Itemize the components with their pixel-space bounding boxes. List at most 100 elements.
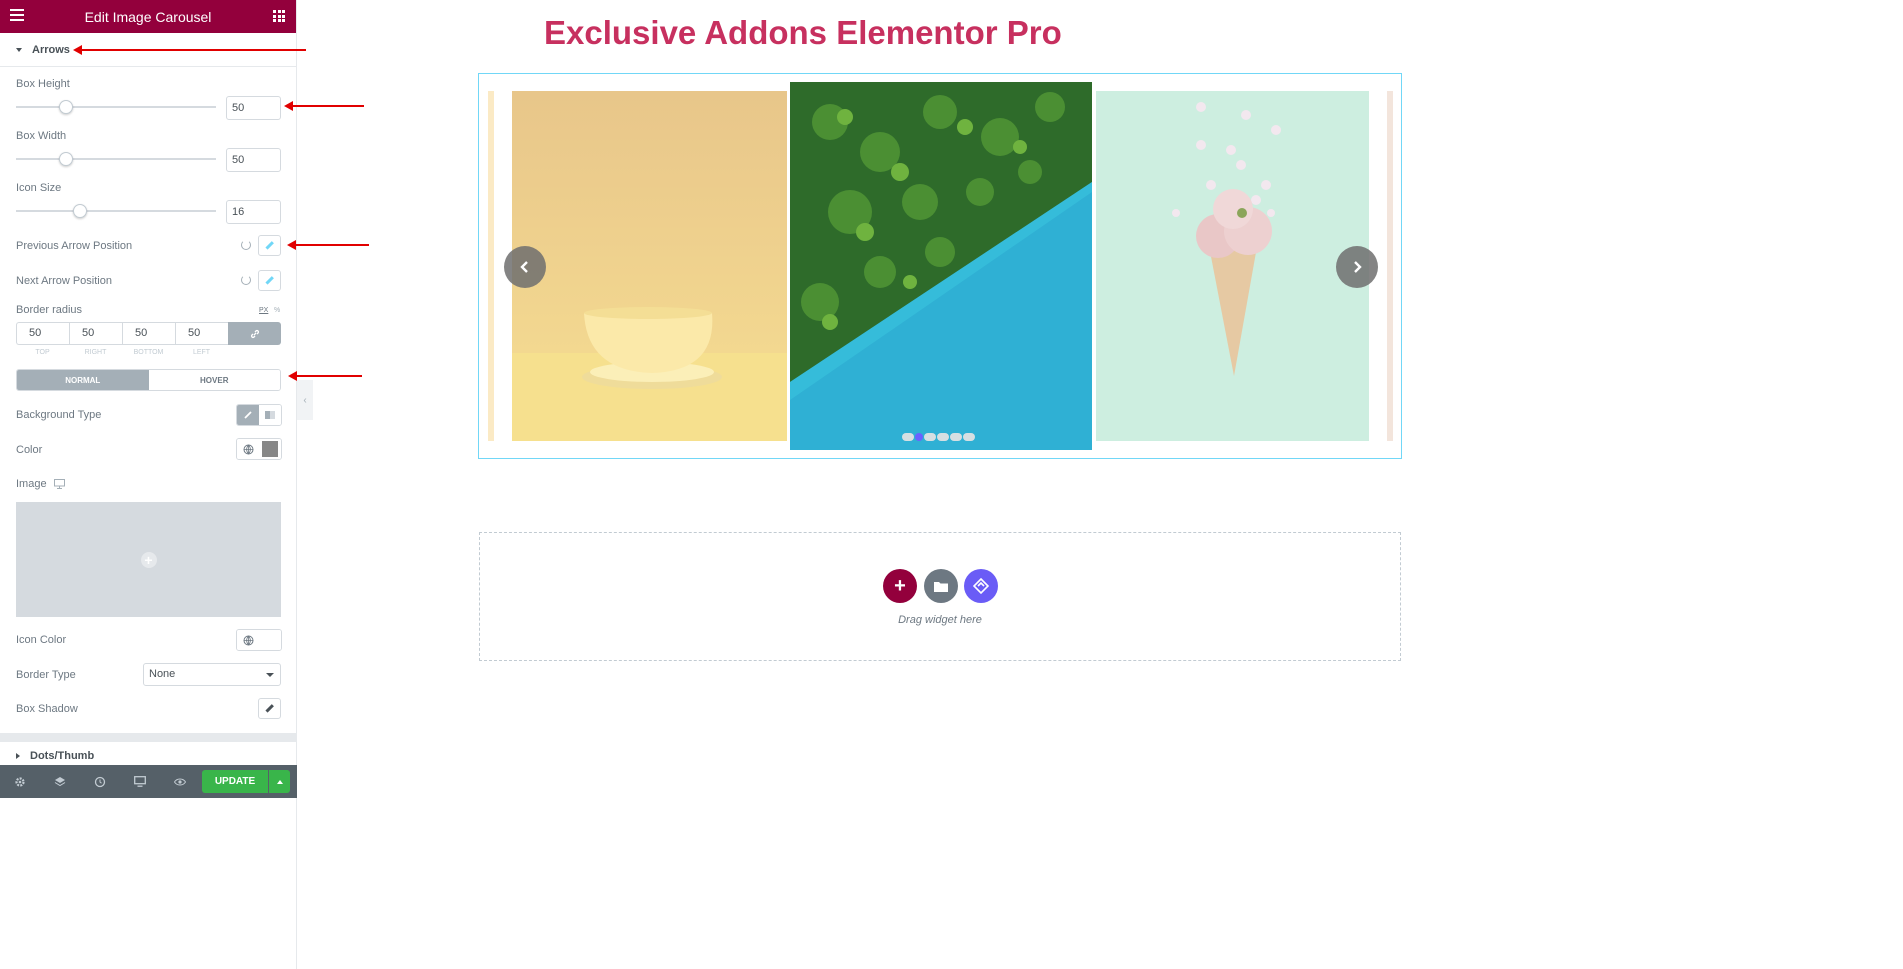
add-image-icon: + xyxy=(140,551,157,568)
icon-color-swatch[interactable] xyxy=(259,630,281,650)
add-template-button[interactable] xyxy=(924,569,958,603)
next-arrow-edit-button[interactable] xyxy=(258,270,281,291)
unit-percent[interactable]: % xyxy=(274,307,280,314)
radius-left-input[interactable]: 50 xyxy=(175,322,228,345)
desktop-icon[interactable] xyxy=(54,479,65,489)
caret-right-icon xyxy=(16,753,20,759)
add-section-dropzone: + Drag widget here xyxy=(479,532,1401,661)
chevron-right-icon xyxy=(1354,261,1362,273)
border-type-label: Border Type xyxy=(16,669,76,681)
panel-title: Edit Image Carousel xyxy=(84,8,212,25)
box-shadow-label: Box Shadow xyxy=(16,703,78,715)
side-label-right: RIGHT xyxy=(84,349,107,356)
classic-brush-icon[interactable] xyxy=(237,405,259,425)
carousel-slide-forest[interactable] xyxy=(790,82,1092,450)
border-type-value: None xyxy=(149,668,176,680)
carousel-slide-icecream[interactable] xyxy=(1096,91,1369,441)
state-tabs: NORMAL HOVER xyxy=(16,369,281,391)
annotation-arrow xyxy=(288,371,362,381)
pagination-dot-active[interactable] xyxy=(915,433,923,441)
box-height-input[interactable]: 50 xyxy=(226,96,281,120)
globe-icon[interactable] xyxy=(237,439,259,459)
gradient-icon[interactable] xyxy=(259,405,281,425)
next-arrow-position-label: Next Arrow Position xyxy=(16,275,112,287)
image-upload-area[interactable]: + xyxy=(16,502,281,617)
editor-panel: Edit Image Carousel Arrows Box Height 50… xyxy=(0,0,297,969)
chevron-left-icon: ‹ xyxy=(303,394,307,406)
chevron-down-icon xyxy=(266,673,274,677)
annotation-arrow xyxy=(287,240,369,250)
box-height-slider-thumb[interactable] xyxy=(59,100,73,114)
hamburger-menu-icon[interactable] xyxy=(10,9,24,23)
pencil-icon xyxy=(265,276,274,285)
annotation-arrow xyxy=(73,45,306,55)
reset-icon[interactable] xyxy=(241,240,251,250)
widgets-grid-icon[interactable] xyxy=(273,10,285,22)
pagination-dot[interactable] xyxy=(950,433,962,441)
icon-color-label: Icon Color xyxy=(16,634,67,646)
pagination-dot[interactable] xyxy=(902,433,914,441)
icon-size-slider-thumb[interactable] xyxy=(73,204,87,218)
image-carousel xyxy=(478,73,1402,459)
carousel-slide-cup[interactable] xyxy=(512,91,787,441)
prev-arrow-edit-button[interactable] xyxy=(258,235,281,256)
tab-normal[interactable]: NORMAL xyxy=(17,370,149,390)
box-width-label: Box Width xyxy=(16,130,67,142)
box-height-slider[interactable] xyxy=(16,100,216,114)
history-icon[interactable] xyxy=(80,776,120,788)
color-swatch-fill xyxy=(262,441,278,457)
page-heading: Exclusive Addons Elementor Pro xyxy=(544,14,1062,51)
panel-header: Edit Image Carousel xyxy=(0,0,296,33)
tab-hover[interactable]: HOVER xyxy=(148,370,280,390)
radius-side-labels: TOP RIGHT BOTTOM LEFT xyxy=(16,349,228,356)
pencil-icon xyxy=(265,241,274,250)
image-label: Image xyxy=(16,478,47,490)
radius-right-input[interactable]: 50 xyxy=(69,322,122,345)
unit-px[interactable]: PX xyxy=(259,307,268,314)
carousel-next-button[interactable] xyxy=(1336,246,1378,288)
section-arrows-label: Arrows xyxy=(32,43,70,56)
link-values-button[interactable] xyxy=(228,322,281,345)
chevron-left-icon xyxy=(520,261,528,273)
diamond-logo-icon xyxy=(973,578,989,594)
box-width-input[interactable]: 50 xyxy=(226,148,281,172)
box-width-slider-thumb[interactable] xyxy=(59,152,73,166)
side-label-left: LEFT xyxy=(192,349,211,356)
border-type-select[interactable]: None xyxy=(143,663,281,686)
responsive-desktop-icon[interactable] xyxy=(120,776,160,787)
icon-size-input[interactable]: 16 xyxy=(226,200,281,224)
link-icon xyxy=(250,329,259,338)
exclusive-addons-template-button[interactable] xyxy=(964,569,998,603)
icon-color-control xyxy=(236,629,282,651)
section-divider xyxy=(0,733,297,742)
icon-size-label: Icon Size xyxy=(16,182,62,194)
navigator-layers-icon[interactable] xyxy=(40,776,80,788)
update-options-button[interactable] xyxy=(269,770,290,793)
box-width-slider[interactable] xyxy=(16,152,216,166)
settings-gear-icon[interactable] xyxy=(0,776,40,788)
pagination-dot[interactable] xyxy=(937,433,949,441)
plus-icon: + xyxy=(894,574,906,597)
icon-size-slider[interactable] xyxy=(16,204,216,218)
side-label-top: TOP xyxy=(35,349,50,356)
radius-top-input[interactable]: 50 xyxy=(16,322,69,345)
reset-icon[interactable] xyxy=(241,275,251,285)
update-button[interactable]: UPDATE xyxy=(202,770,268,793)
add-new-section-button[interactable]: + xyxy=(883,569,917,603)
radius-bottom-input[interactable]: 50 xyxy=(122,322,175,345)
side-label-bottom: BOTTOM xyxy=(133,349,164,356)
pagination-dot[interactable] xyxy=(963,433,975,441)
caret-down-icon xyxy=(16,47,22,52)
pencil-icon xyxy=(265,704,274,713)
color-control xyxy=(236,438,282,460)
carousel-prev-button[interactable] xyxy=(504,246,546,288)
box-shadow-edit-button[interactable] xyxy=(258,698,281,719)
preview-eye-icon[interactable] xyxy=(160,778,200,786)
panel-footer: UPDATE xyxy=(0,765,297,798)
globe-icon[interactable] xyxy=(237,630,259,650)
color-swatch[interactable] xyxy=(259,439,281,459)
border-radius-label: Border radius xyxy=(16,304,83,316)
pagination-dot[interactable] xyxy=(924,433,936,441)
section-dots-label: Dots/Thumb xyxy=(30,750,95,762)
collapse-panel-toggle[interactable]: ‹ xyxy=(297,380,313,420)
